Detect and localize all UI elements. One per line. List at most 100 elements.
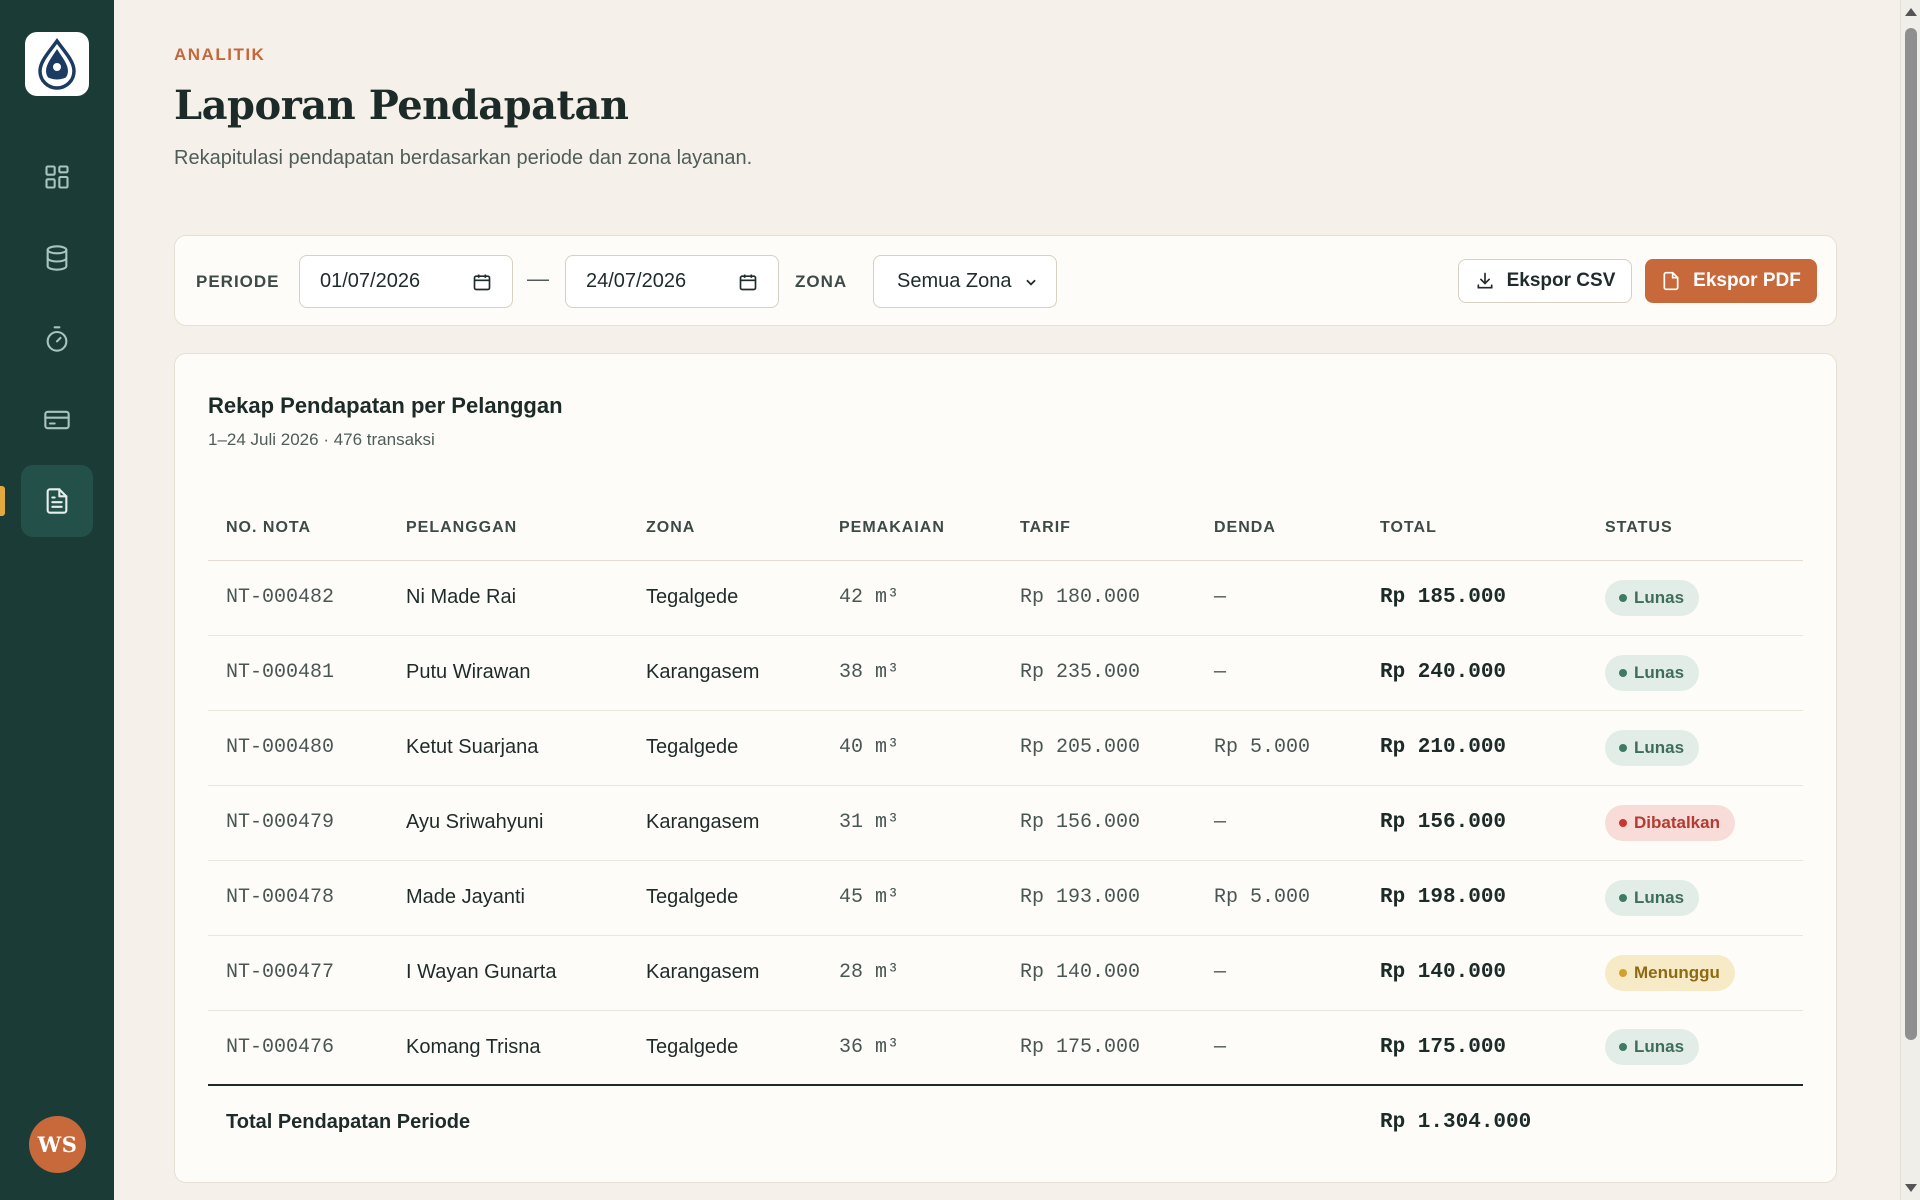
revenue-report-card: Rekap Pendapatan per Pelanggan 1–24 Juli…	[174, 353, 1837, 1183]
cell-denda: —	[1196, 935, 1362, 1011]
cell-status: Lunas	[1587, 560, 1803, 636]
cell-zona: Tegalgede	[628, 710, 821, 786]
column-header-nota[interactable]: NO. NOTA	[208, 496, 388, 561]
column-header-pelanggan[interactable]: PELANGGAN	[388, 496, 628, 561]
table-row[interactable]: NT-000481 Putu Wirawan Karangasem 38 m³ …	[208, 635, 1803, 711]
cell-nota: NT-000480	[208, 710, 388, 786]
export-csv-label: Ekspor CSV	[1506, 270, 1616, 291]
page-title: Laporan Pendapatan	[174, 82, 629, 129]
active-nav-indicator	[0, 486, 5, 516]
cell-tarif: Rp 205.000	[1002, 710, 1196, 786]
page-scrollbar[interactable]	[1900, 0, 1920, 1200]
status-dot	[1619, 593, 1627, 602]
sidebar: WS	[0, 0, 114, 1200]
table-row[interactable]: NT-000482 Ni Made Rai Tegalgede 42 m³ Rp…	[208, 560, 1803, 636]
dashboard-grid-icon	[45, 165, 69, 189]
calendar-icon[interactable]	[472, 272, 492, 292]
cell-denda: —	[1196, 560, 1362, 636]
cell-nota: NT-000479	[208, 785, 388, 861]
cell-denda: Rp 5.000	[1196, 710, 1362, 786]
status-label: Lunas	[1634, 887, 1685, 907]
status-badge: Lunas	[1605, 579, 1700, 616]
table-header-row: NO. NOTA PELANGGAN ZONA PEMAKAIAN TARIF …	[208, 496, 1803, 561]
export-pdf-button[interactable]: Ekspor PDF	[1645, 259, 1817, 303]
date-from-value: 01/07/2026	[320, 270, 421, 292]
user-avatar[interactable]: WS	[29, 1116, 86, 1173]
sidebar-item-database[interactable]	[21, 222, 93, 294]
zone-label: ZONA	[795, 272, 848, 291]
status-badge: Lunas	[1605, 879, 1700, 916]
cell-tarif: Rp 156.000	[1002, 785, 1196, 861]
status-badge: Dibatalkan	[1605, 804, 1735, 841]
cell-nota: NT-000477	[208, 935, 388, 1011]
table-row[interactable]: NT-000480 Ketut Suarjana Tegalgede 40 m³…	[208, 710, 1803, 786]
total-revenue-value: Rp 1.304.000	[1380, 1111, 1532, 1134]
status-badge: Lunas	[1605, 1029, 1700, 1066]
cell-total: Rp 198.000	[1362, 860, 1587, 936]
zone-select[interactable]: Semua Zona	[873, 255, 1057, 308]
status-label: Lunas	[1634, 662, 1685, 682]
total-revenue-label: Total Pendapatan Periode	[226, 1111, 471, 1133]
cell-total: Rp 140.000	[1362, 935, 1587, 1011]
status-dot	[1619, 1043, 1627, 1052]
status-badge: Lunas	[1605, 729, 1700, 766]
file-icon	[1663, 271, 1679, 291]
cell-pelanggan: Komang Trisna	[388, 1010, 628, 1086]
scroll-down-arrow-icon[interactable]	[1905, 1184, 1917, 1192]
export-csv-button[interactable]: Ekspor CSV	[1458, 259, 1632, 303]
table-row[interactable]: NT-000476 Komang Trisna Tegalgede 36 m³ …	[208, 1010, 1803, 1086]
cell-status: Lunas	[1587, 1010, 1803, 1086]
table-row[interactable]: NT-000478 Made Jayanti Tegalgede 45 m³ R…	[208, 860, 1803, 936]
cell-tarif: Rp 140.000	[1002, 935, 1196, 1011]
status-dot	[1619, 668, 1627, 677]
column-header-tarif[interactable]: TARIF	[1002, 496, 1196, 561]
export-pdf-label: Ekspor PDF	[1693, 270, 1801, 291]
scrollbar-thumb[interactable]	[1905, 28, 1917, 1040]
date-to-input[interactable]: 24/07/2026	[565, 255, 779, 308]
download-icon	[1477, 272, 1493, 289]
cell-pemakaian: 45 m³	[821, 860, 1002, 936]
cell-nota: NT-000481	[208, 635, 388, 711]
table-footer-row: Total Pendapatan Periode Rp 1.304.000	[208, 1085, 1803, 1159]
page-eyebrow: ANALITIK	[174, 45, 266, 64]
cell-pemakaian: 42 m³	[821, 560, 1002, 636]
column-header-zona[interactable]: ZONA	[628, 496, 821, 561]
period-label: PERIODE	[196, 272, 280, 291]
table-row[interactable]: NT-000477 I Wayan Gunarta Karangasem 28 …	[208, 935, 1803, 1011]
status-badge: Menunggu	[1605, 954, 1735, 991]
status-dot	[1619, 968, 1627, 977]
scroll-up-arrow-icon[interactable]	[1905, 8, 1917, 16]
cell-total: Rp 185.000	[1362, 560, 1587, 636]
table-row[interactable]: NT-000479 Ayu Sriwahyuni Karangasem 31 m…	[208, 785, 1803, 861]
cell-tarif: Rp 175.000	[1002, 1010, 1196, 1086]
cell-denda: Rp 5.000	[1196, 860, 1362, 936]
column-header-total[interactable]: TOTAL	[1362, 496, 1587, 561]
cell-pelanggan: Putu Wirawan	[388, 635, 628, 711]
column-header-status[interactable]: STATUS	[1587, 496, 1803, 561]
cell-zona: Karangasem	[628, 785, 821, 861]
revenue-table: NO. NOTA PELANGGAN ZONA PEMAKAIAN TARIF …	[208, 496, 1803, 1159]
cell-status: Menunggu	[1587, 935, 1803, 1011]
date-from-input[interactable]: 01/07/2026	[299, 255, 513, 308]
calendar-icon[interactable]	[738, 272, 758, 292]
database-icon	[46, 245, 68, 271]
zone-select-value: Semua Zona	[897, 270, 1012, 292]
sidebar-item-meter[interactable]	[21, 303, 93, 375]
chevron-down-icon	[1026, 279, 1036, 286]
cell-pelanggan: Ketut Suarjana	[388, 710, 628, 786]
status-label: Menunggu	[1634, 962, 1720, 982]
sidebar-item-dashboard[interactable]	[21, 141, 93, 213]
cell-zona: Karangasem	[628, 635, 821, 711]
cell-pelanggan: I Wayan Gunarta	[388, 935, 628, 1011]
cell-pemakaian: 38 m³	[821, 635, 1002, 711]
cell-pemakaian: 40 m³	[821, 710, 1002, 786]
status-dot	[1619, 743, 1627, 752]
column-header-pemakaian[interactable]: PEMAKAIAN	[821, 496, 1002, 561]
cell-status: Dibatalkan	[1587, 785, 1803, 861]
sidebar-item-reports[interactable]	[21, 465, 93, 537]
sidebar-item-payments[interactable]	[21, 384, 93, 456]
cell-pelanggan: Ayu Sriwahyuni	[388, 785, 628, 861]
app-logo[interactable]	[25, 32, 89, 96]
cell-total: Rp 156.000	[1362, 785, 1587, 861]
column-header-denda[interactable]: DENDA	[1196, 496, 1362, 561]
